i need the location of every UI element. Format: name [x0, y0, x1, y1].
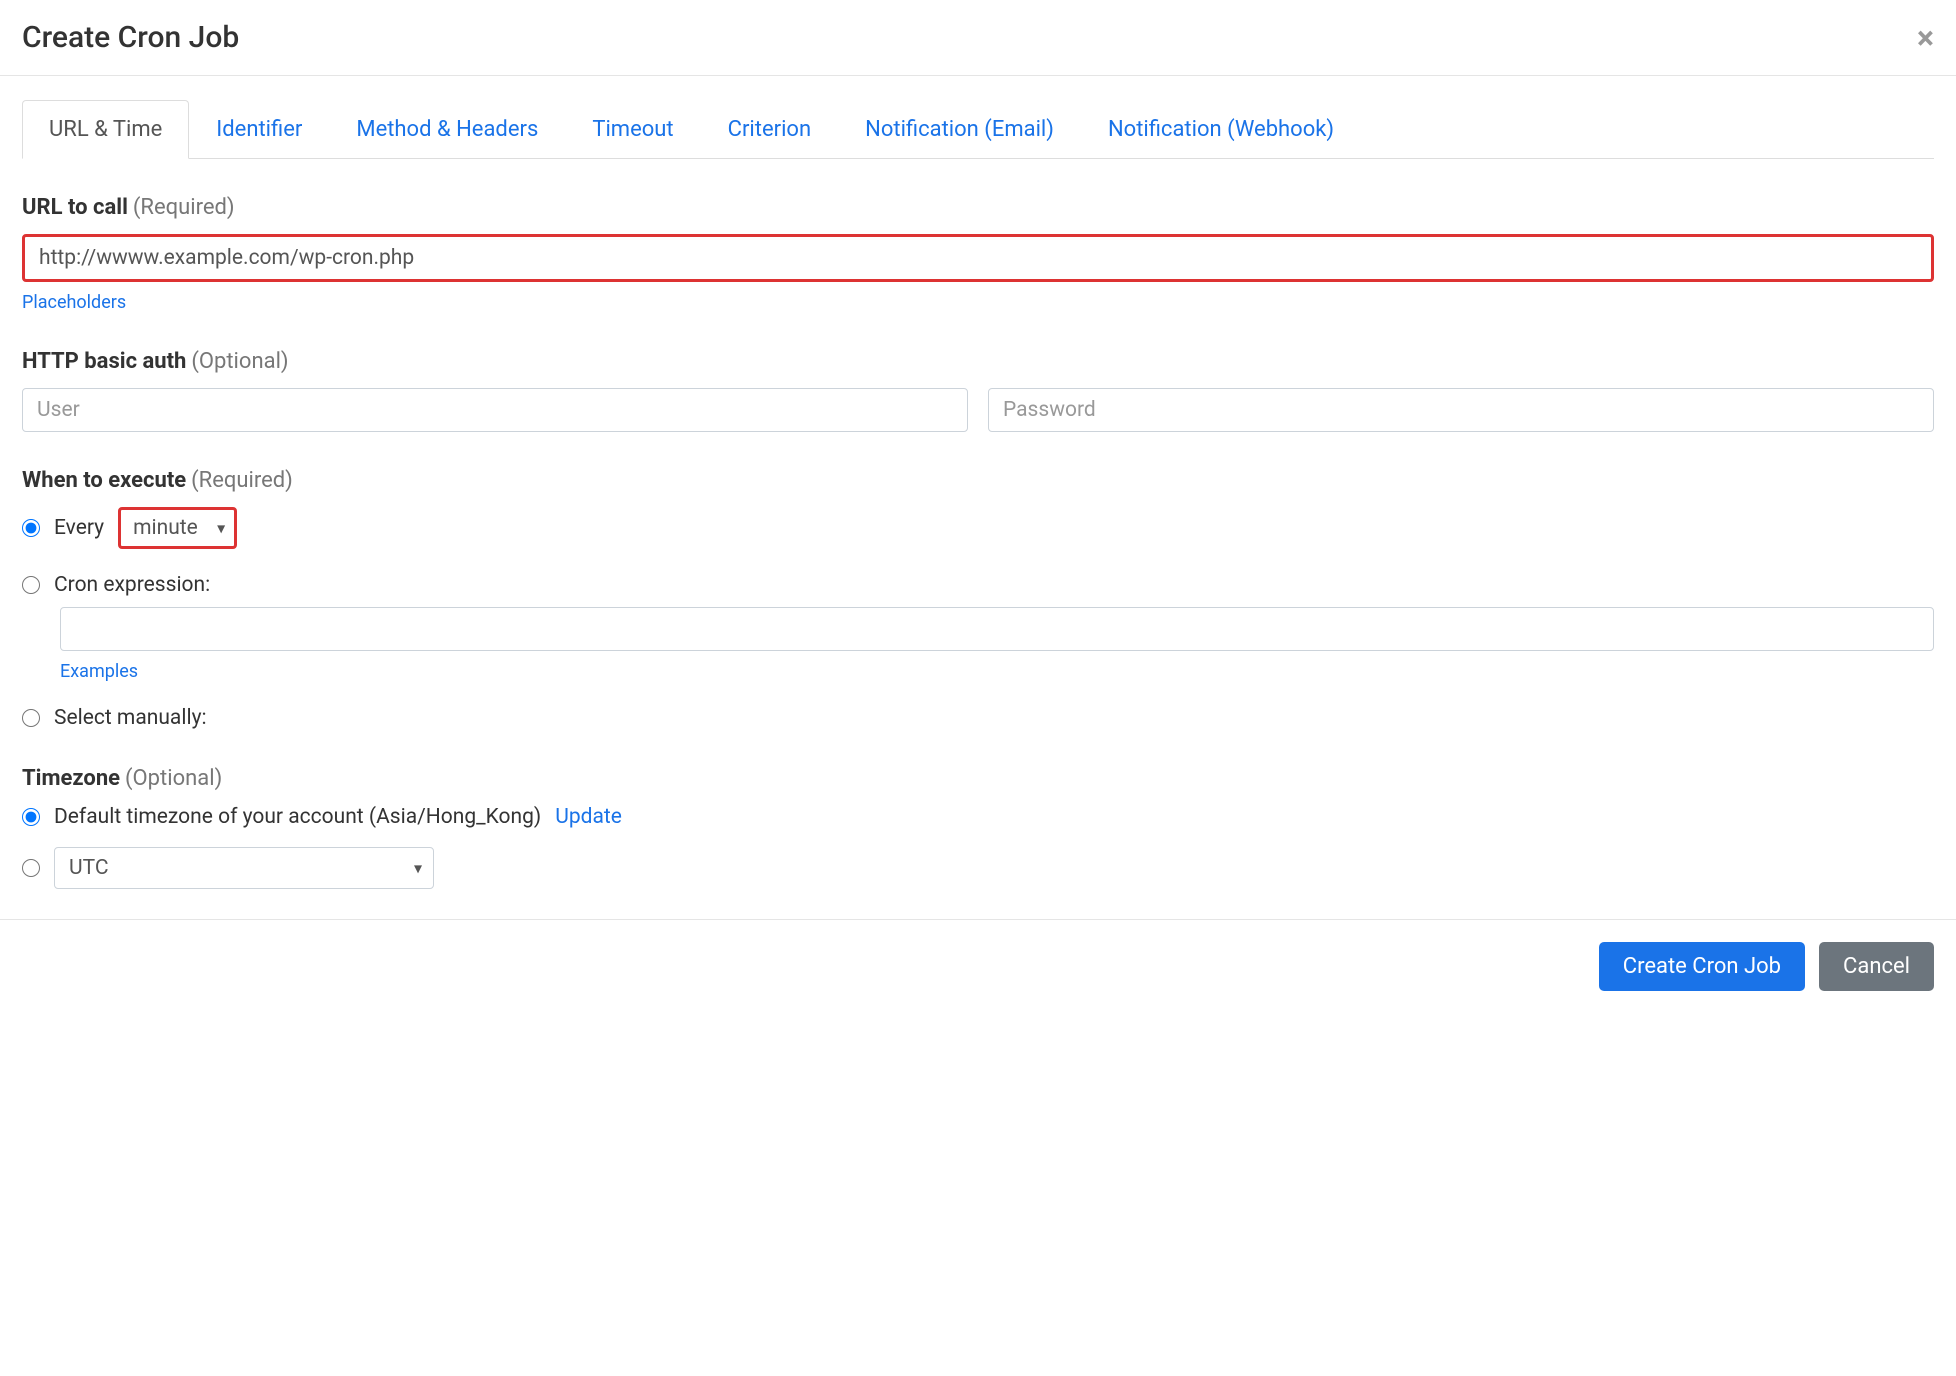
- every-select-wrapper: minute: [118, 507, 237, 549]
- radio-timezone-utc[interactable]: [22, 859, 40, 877]
- timezone-section: Timezone (Optional) Default timezone of …: [22, 766, 1934, 889]
- timezone-label: Timezone: [22, 766, 120, 791]
- close-icon[interactable]: ×: [1917, 22, 1934, 54]
- timezone-select-wrapper: UTC: [54, 847, 434, 889]
- timezone-default-label: Default timezone of your account (Asia/H…: [54, 805, 541, 829]
- select-manually-label: Select manually:: [54, 706, 207, 730]
- execute-section: When to execute (Required) Every minute …: [22, 468, 1934, 730]
- tab-url-time[interactable]: URL & Time: [22, 100, 189, 159]
- modal-body: URL & Time Identifier Method & Headers T…: [0, 100, 1956, 889]
- auth-section: HTTP basic auth (Optional): [22, 349, 1934, 432]
- auth-password-input[interactable]: [988, 388, 1934, 432]
- create-cron-job-button[interactable]: Create Cron Job: [1599, 942, 1805, 991]
- placeholders-link[interactable]: Placeholders: [22, 292, 126, 313]
- modal-header: Create Cron Job ×: [0, 0, 1956, 76]
- create-cron-job-modal: Create Cron Job × URL & Time Identifier …: [0, 0, 1956, 1013]
- examples-link[interactable]: Examples: [60, 661, 138, 682]
- auth-label: HTTP basic auth: [22, 349, 186, 374]
- tab-notification-webhook[interactable]: Notification (Webhook): [1081, 100, 1361, 159]
- tabs: URL & Time Identifier Method & Headers T…: [22, 100, 1934, 159]
- tab-method-headers[interactable]: Method & Headers: [329, 100, 565, 159]
- url-label: URL to call: [22, 195, 128, 220]
- modal-footer: Create Cron Job Cancel: [0, 919, 1956, 1013]
- url-input[interactable]: [22, 234, 1934, 282]
- every-label: Every: [54, 516, 104, 540]
- radio-select-manually[interactable]: [22, 709, 40, 727]
- cron-expression-input[interactable]: [60, 607, 1934, 651]
- execute-label: When to execute: [22, 468, 186, 493]
- tab-timeout[interactable]: Timeout: [565, 100, 700, 159]
- radio-cron-expression[interactable]: [22, 576, 40, 594]
- execute-hint: (Required): [191, 468, 293, 493]
- timezone-hint: (Optional): [125, 766, 222, 791]
- auth-hint: (Optional): [191, 349, 288, 374]
- timezone-select[interactable]: UTC: [54, 847, 434, 889]
- url-section: URL to call (Required) Placeholders: [22, 195, 1934, 313]
- radio-every[interactable]: [22, 519, 40, 537]
- auth-user-input[interactable]: [22, 388, 968, 432]
- url-hint: (Required): [133, 195, 235, 220]
- radio-timezone-default[interactable]: [22, 808, 40, 826]
- modal-title: Create Cron Job: [22, 20, 239, 55]
- cron-expression-label: Cron expression:: [54, 573, 210, 597]
- tab-criterion[interactable]: Criterion: [701, 100, 839, 159]
- timezone-update-link[interactable]: Update: [555, 805, 622, 829]
- cancel-button[interactable]: Cancel: [1819, 942, 1934, 991]
- tab-identifier[interactable]: Identifier: [189, 100, 329, 159]
- every-select[interactable]: minute: [118, 507, 237, 549]
- tab-notification-email[interactable]: Notification (Email): [838, 100, 1081, 159]
